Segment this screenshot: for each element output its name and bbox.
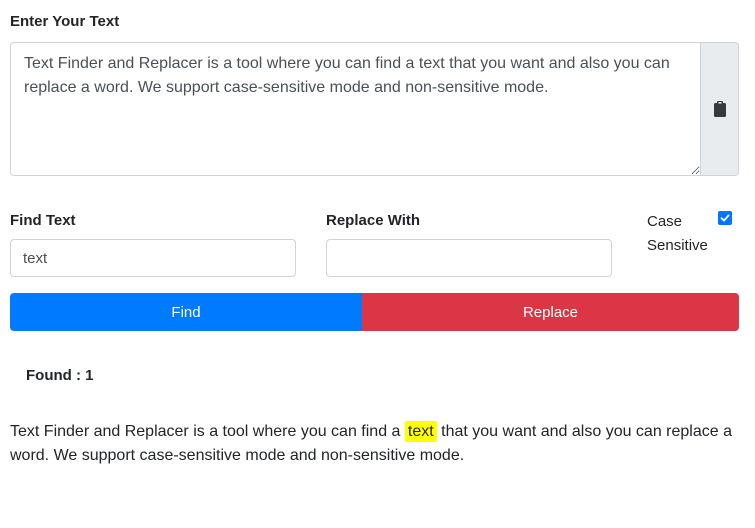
result-text-before: Text Finder and Replacer is a tool where… (10, 423, 405, 440)
found-count: Found : 1 (26, 367, 94, 384)
clipboard-icon (713, 101, 726, 117)
find-text-input[interactable] (10, 239, 296, 277)
text-input[interactable]: Text Finder and Replacer is a tool where… (10, 42, 701, 176)
result-text: Text Finder and Replacer is a tool where… (10, 420, 740, 468)
case-sensitive-label: Case Sensitive (647, 213, 708, 254)
replace-button[interactable]: Replace (362, 293, 739, 331)
highlighted-match: text (404, 421, 437, 442)
text-finder-page: Enter Your Text Text Finder and Replacer… (0, 0, 755, 528)
find-button[interactable]: Find (10, 293, 362, 331)
checkmark-icon (720, 214, 730, 222)
case-sensitive-checkbox[interactable] (718, 211, 732, 225)
text-input-group: Text Finder and Replacer is a tool where… (10, 42, 739, 176)
replace-with-input[interactable] (326, 239, 612, 277)
action-buttons: Find Replace (10, 293, 739, 331)
replace-with-label: Replace With (326, 212, 421, 229)
clipboard-button[interactable] (701, 42, 739, 176)
enter-text-label: Enter Your Text (10, 13, 120, 30)
find-text-label: Find Text (10, 212, 76, 229)
